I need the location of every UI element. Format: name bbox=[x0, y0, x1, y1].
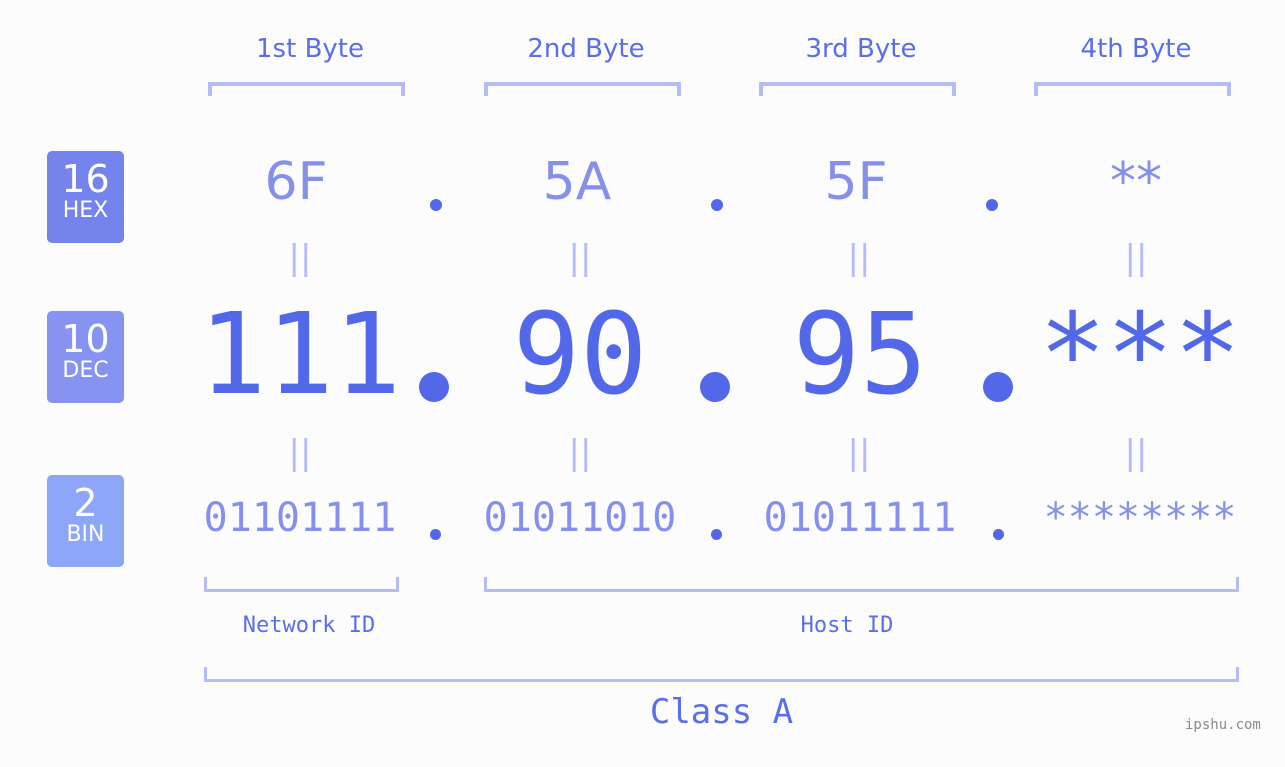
hex-value-4: ** bbox=[1110, 152, 1162, 212]
bin-separator-dot bbox=[711, 529, 722, 540]
bin-value-3: 01011111 bbox=[763, 495, 957, 541]
watermark: ipshu.com bbox=[1185, 717, 1261, 733]
network-id-label: Network ID bbox=[242, 613, 376, 638]
byte-bracket-3 bbox=[759, 82, 956, 96]
dec-value-1: 111 bbox=[198, 290, 402, 420]
hex-badge-label: HEX bbox=[62, 198, 109, 223]
dec-badge-label: DEC bbox=[62, 358, 109, 383]
equals-sign: || bbox=[568, 238, 592, 278]
bin-separator-dot bbox=[430, 529, 441, 540]
bin-value-4: ******** bbox=[1043, 495, 1237, 541]
hex-value-2: 5A bbox=[542, 152, 612, 212]
equals-sign: || bbox=[568, 433, 592, 473]
equals-sign: || bbox=[288, 238, 312, 278]
dec-badge: 10 DEC bbox=[47, 311, 124, 403]
byte-header-4: 4th Byte bbox=[1080, 34, 1192, 64]
dec-separator-dot bbox=[983, 372, 1013, 402]
bin-badge: 2 BIN bbox=[47, 475, 124, 567]
dec-badge-number: 10 bbox=[61, 317, 110, 361]
network-id-bracket bbox=[204, 577, 399, 592]
host-id-bracket bbox=[484, 577, 1239, 592]
dec-value-3: 95 bbox=[792, 290, 928, 420]
bin-value-2: 01011010 bbox=[483, 495, 677, 541]
byte-bracket-1 bbox=[208, 82, 405, 96]
hex-separator-dot bbox=[986, 199, 998, 211]
equals-sign: || bbox=[1124, 238, 1148, 278]
equals-sign: || bbox=[288, 433, 312, 473]
bin-badge-number: 2 bbox=[73, 481, 98, 525]
hex-separator-dot bbox=[711, 199, 723, 211]
class-label: Class A bbox=[649, 692, 794, 732]
dec-separator-dot bbox=[419, 372, 449, 402]
hex-badge-number: 16 bbox=[61, 157, 110, 201]
host-id-label: Host ID bbox=[800, 613, 894, 638]
hex-value-1: 6F bbox=[264, 152, 328, 212]
byte-header-3: 3rd Byte bbox=[805, 34, 917, 64]
equals-sign: || bbox=[847, 238, 871, 278]
byte-bracket-4 bbox=[1034, 82, 1231, 96]
hex-value-3: 5F bbox=[824, 152, 888, 212]
dec-separator-dot bbox=[700, 372, 730, 402]
hex-separator-dot bbox=[430, 199, 442, 211]
dec-value-2: 90 bbox=[512, 290, 648, 420]
equals-sign: || bbox=[1124, 433, 1148, 473]
equals-sign: || bbox=[847, 433, 871, 473]
byte-bracket-2 bbox=[484, 82, 681, 96]
bin-badge-label: BIN bbox=[66, 522, 105, 547]
byte-header-1: 1st Byte bbox=[256, 34, 364, 64]
hex-badge: 16 HEX bbox=[47, 151, 124, 243]
bin-separator-dot bbox=[993, 529, 1004, 540]
byte-header-2: 2nd Byte bbox=[527, 34, 645, 64]
class-bracket bbox=[204, 667, 1239, 682]
dec-value-4: *** bbox=[1038, 290, 1242, 420]
bin-value-1: 01101111 bbox=[203, 495, 397, 541]
